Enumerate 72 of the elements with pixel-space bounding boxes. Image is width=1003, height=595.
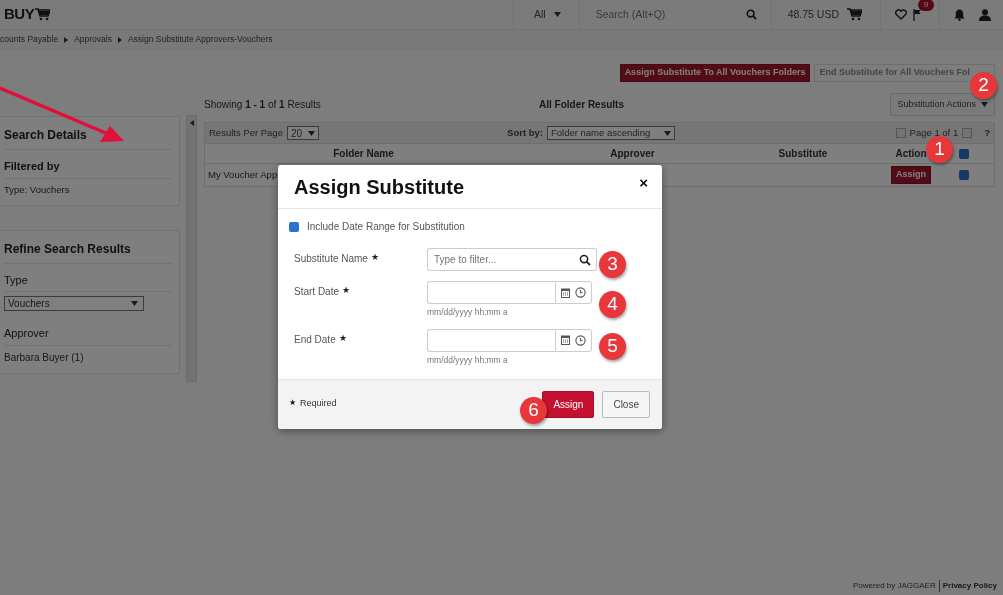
table-cell: My Voucher App	[208, 169, 278, 181]
assign-button[interactable]: Assign	[542, 390, 595, 418]
per-page-label: Results Per Page	[209, 125, 283, 140]
collapse-handle[interactable]	[186, 115, 197, 382]
close-button[interactable]: ×	[639, 175, 648, 190]
date-field[interactable]	[427, 281, 555, 304]
calendar-icon[interactable]	[561, 287, 570, 298]
sort-select[interactable]: Folder name ascending	[546, 126, 675, 140]
results-count: Showing 1 - 1 of 1 Results	[204, 97, 322, 112]
row-checkbox[interactable]	[959, 170, 969, 180]
filter-text: Type: Vouchers	[4, 182, 71, 197]
close-button[interactable]: Close	[602, 390, 650, 418]
column-header: Folder Name	[333, 148, 394, 159]
select-all-checkbox[interactable]	[959, 148, 969, 159]
caret-icon	[308, 130, 316, 136]
date-range-checkbox[interactable]	[289, 221, 299, 232]
facet-link[interactable]: Barbara Buyer (1)	[4, 349, 172, 365]
privacy-policy-link[interactable]: Privacy Policy	[938, 580, 997, 592]
cart-total[interactable]: 48.75 USD	[787, 6, 839, 23]
required-mark: ★	[289, 397, 296, 410]
field-label: End Date	[294, 333, 336, 345]
required-mark: ★	[370, 252, 379, 262]
clock-icon[interactable]	[575, 287, 586, 298]
caret-icon	[131, 301, 138, 307]
per-page-select[interactable]: 20	[286, 126, 320, 140]
sort-label: Sort by:	[507, 125, 543, 140]
user-icon[interactable]	[979, 8, 991, 21]
field-label: Start Date	[294, 286, 340, 297]
calendar-icon[interactable]	[561, 335, 570, 346]
cart-icon	[35, 8, 51, 21]
caret-icon	[553, 12, 561, 17]
facet-heading: Approver	[4, 317, 172, 346]
date-picker-button[interactable]	[555, 281, 592, 304]
required-note: Required	[300, 397, 337, 411]
search-field[interactable]: Search (Alt+Q)	[593, 5, 714, 24]
column-header: Substitute	[778, 148, 828, 159]
flag-icon[interactable]	[913, 8, 921, 21]
collapse-arrow-icon[interactable]	[189, 120, 194, 126]
caret-icon	[981, 101, 988, 107]
facet-heading: Type	[4, 263, 172, 293]
clock-icon[interactable]	[575, 334, 586, 346]
date-picker-button[interactable]	[555, 328, 592, 352]
checkbox-label: Include Date Range for Substitution	[307, 220, 465, 234]
column-header: Approver	[610, 148, 655, 159]
assign-button[interactable]: Assign	[891, 166, 931, 184]
date-field[interactable]	[427, 328, 555, 352]
panel-title: Refine Search Results	[4, 230, 172, 264]
required-mark: ★	[338, 332, 347, 343]
format-hint: mm/dd/yyyy hh:mm a	[427, 306, 509, 319]
filter-heading: Filtered by	[4, 150, 172, 179]
powered-by-text: Powered by JAGGAER	[853, 580, 936, 592]
required-mark: ★	[342, 285, 351, 295]
breadcrumb-link[interactable]: Assign Substitute Approvers-Vouchers	[127, 33, 273, 46]
type-select[interactable]: Vouchers	[4, 296, 144, 312]
action-button[interactable]: Assign Substitute To All Vouchers Folders	[619, 64, 811, 82]
field-label: Substitute Name	[294, 253, 368, 264]
logo-text: BUY	[4, 4, 35, 25]
breadcrumb-link[interactable]: counts Payable	[0, 33, 59, 46]
help-link[interactable]: ?	[984, 125, 990, 141]
bell-icon[interactable]	[954, 8, 965, 21]
heart-icon[interactable]	[895, 9, 907, 20]
dialog-title: Assign Substitute	[294, 175, 464, 199]
breadcrumb-link[interactable]: Approvals	[74, 33, 112, 46]
notification-badge: 9	[918, 0, 934, 11]
column-header: Action	[895, 148, 927, 159]
search-icon[interactable]	[745, 9, 757, 20]
results-title: All Folder Results	[539, 97, 624, 112]
scope-dropdown[interactable]: All	[512, 0, 579, 30]
format-hint: mm/dd/yyyy hh:mm a	[427, 353, 509, 367]
cart-icon[interactable]	[847, 8, 862, 21]
substitution-actions-button[interactable]: Substitution Actions	[890, 92, 995, 116]
caret-icon	[663, 130, 671, 136]
